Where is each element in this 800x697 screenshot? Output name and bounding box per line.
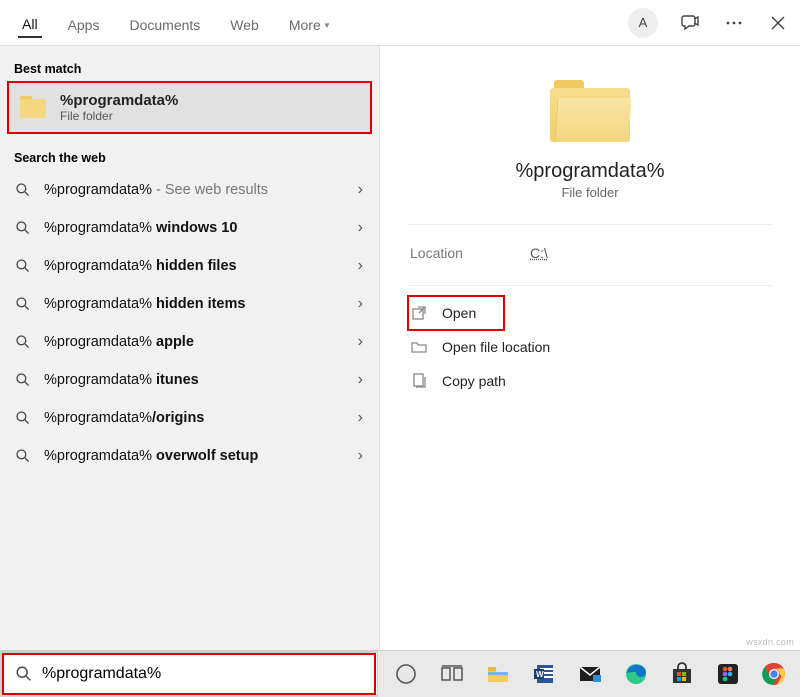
tab-web[interactable]: Web [226,17,263,37]
folder-icon [20,96,48,120]
search-icon [14,409,32,427]
feedback-icon[interactable] [678,11,702,35]
result-preview-pane: %programdata% File folder Location C:\ O… [380,46,800,650]
results-list: Best match %programdata% File folder Sea… [0,46,380,650]
web-result-text: %programdata%/origins [44,410,358,426]
open-icon [410,304,428,322]
edge-icon[interactable] [616,654,656,694]
web-result-row[interactable]: %programdata% itunes› [0,361,379,399]
mail-icon[interactable] [570,654,610,694]
search-input[interactable] [42,665,377,683]
taskbar: W [0,650,800,697]
chevron-right-icon: › [358,219,363,237]
chevron-right-icon: › [358,181,363,199]
search-icon [14,181,32,199]
chevron-right-icon: › [358,371,363,389]
user-avatar[interactable]: A [628,8,658,38]
web-result-text: %programdata% - See web results [44,182,358,198]
action-copy-path[interactable]: Copy path [408,364,772,398]
search-icon [14,447,32,465]
action-copy-path-label: Copy path [442,373,506,389]
search-filter-tabs: All Apps Documents Web More A [0,0,800,46]
best-match-subtitle: File folder [60,109,178,123]
tab-all[interactable]: All [18,16,42,38]
divider [408,285,772,286]
web-result-text: %programdata% overwolf setup [44,448,358,464]
copy-icon [410,372,428,390]
web-results: %programdata% - See web results›%program… [0,171,379,475]
search-results-body: Best match %programdata% File folder Sea… [0,46,800,650]
action-open-label: Open [442,305,476,321]
web-result-row[interactable]: %programdata% overwolf setup› [0,437,379,475]
search-icon [14,333,32,351]
web-result-row[interactable]: %programdata% hidden files› [0,247,379,285]
folder-icon [550,80,630,144]
preview-subtitle: File folder [408,185,772,200]
search-icon [14,257,32,275]
file-explorer-icon[interactable] [478,654,518,694]
action-open[interactable]: Open [408,296,504,330]
search-icon [14,219,32,237]
tab-documents[interactable]: Documents [125,17,204,37]
chevron-right-icon: › [358,333,363,351]
web-result-text: %programdata% windows 10 [44,220,358,236]
svg-text:W: W [536,670,544,679]
best-match-title: %programdata% [60,92,178,109]
tab-more[interactable]: More [285,17,335,37]
web-result-row[interactable]: %programdata% hidden items› [0,285,379,323]
search-box[interactable] [0,651,378,697]
preview-title: %programdata% [408,160,772,183]
chevron-right-icon: › [358,409,363,427]
cortana-icon[interactable] [386,654,426,694]
topbar-controls: A [628,8,790,38]
location-row: Location C:\ [408,239,772,285]
task-view-icon[interactable] [432,654,472,694]
search-icon [14,371,32,389]
chevron-right-icon: › [358,257,363,275]
chrome-icon[interactable] [754,654,794,694]
watermark: wsxdn.com [746,637,794,647]
web-result-row[interactable]: %programdata%/origins› [0,399,379,437]
divider [408,224,772,225]
action-open-location-label: Open file location [442,339,550,355]
more-options-icon[interactable] [722,11,746,35]
taskbar-icons: W [378,651,800,697]
figma-icon[interactable] [708,654,748,694]
best-match-result[interactable]: %programdata% File folder [8,82,371,133]
web-result-row[interactable]: %programdata% apple› [0,323,379,361]
web-result-text: %programdata% hidden items [44,296,358,312]
close-icon[interactable] [766,11,790,35]
location-value[interactable]: C:\ [530,245,548,261]
web-result-text: %programdata% itunes [44,372,358,388]
best-match-heading: Best match [0,54,379,82]
web-results-heading: Search the web [0,143,379,171]
action-open-file-location[interactable]: Open file location [408,330,772,364]
web-result-row[interactable]: %programdata% - See web results› [0,171,379,209]
store-icon[interactable] [662,654,702,694]
word-icon[interactable]: W [524,654,564,694]
location-label: Location [410,245,530,261]
web-result-text: %programdata% apple [44,334,358,350]
chevron-right-icon: › [358,295,363,313]
tab-apps[interactable]: Apps [64,17,104,37]
folder-open-icon [410,338,428,356]
web-result-text: %programdata% hidden files [44,258,358,274]
search-icon [14,664,34,684]
search-icon [14,295,32,313]
web-result-row[interactable]: %programdata% windows 10› [0,209,379,247]
chevron-right-icon: › [358,447,363,465]
